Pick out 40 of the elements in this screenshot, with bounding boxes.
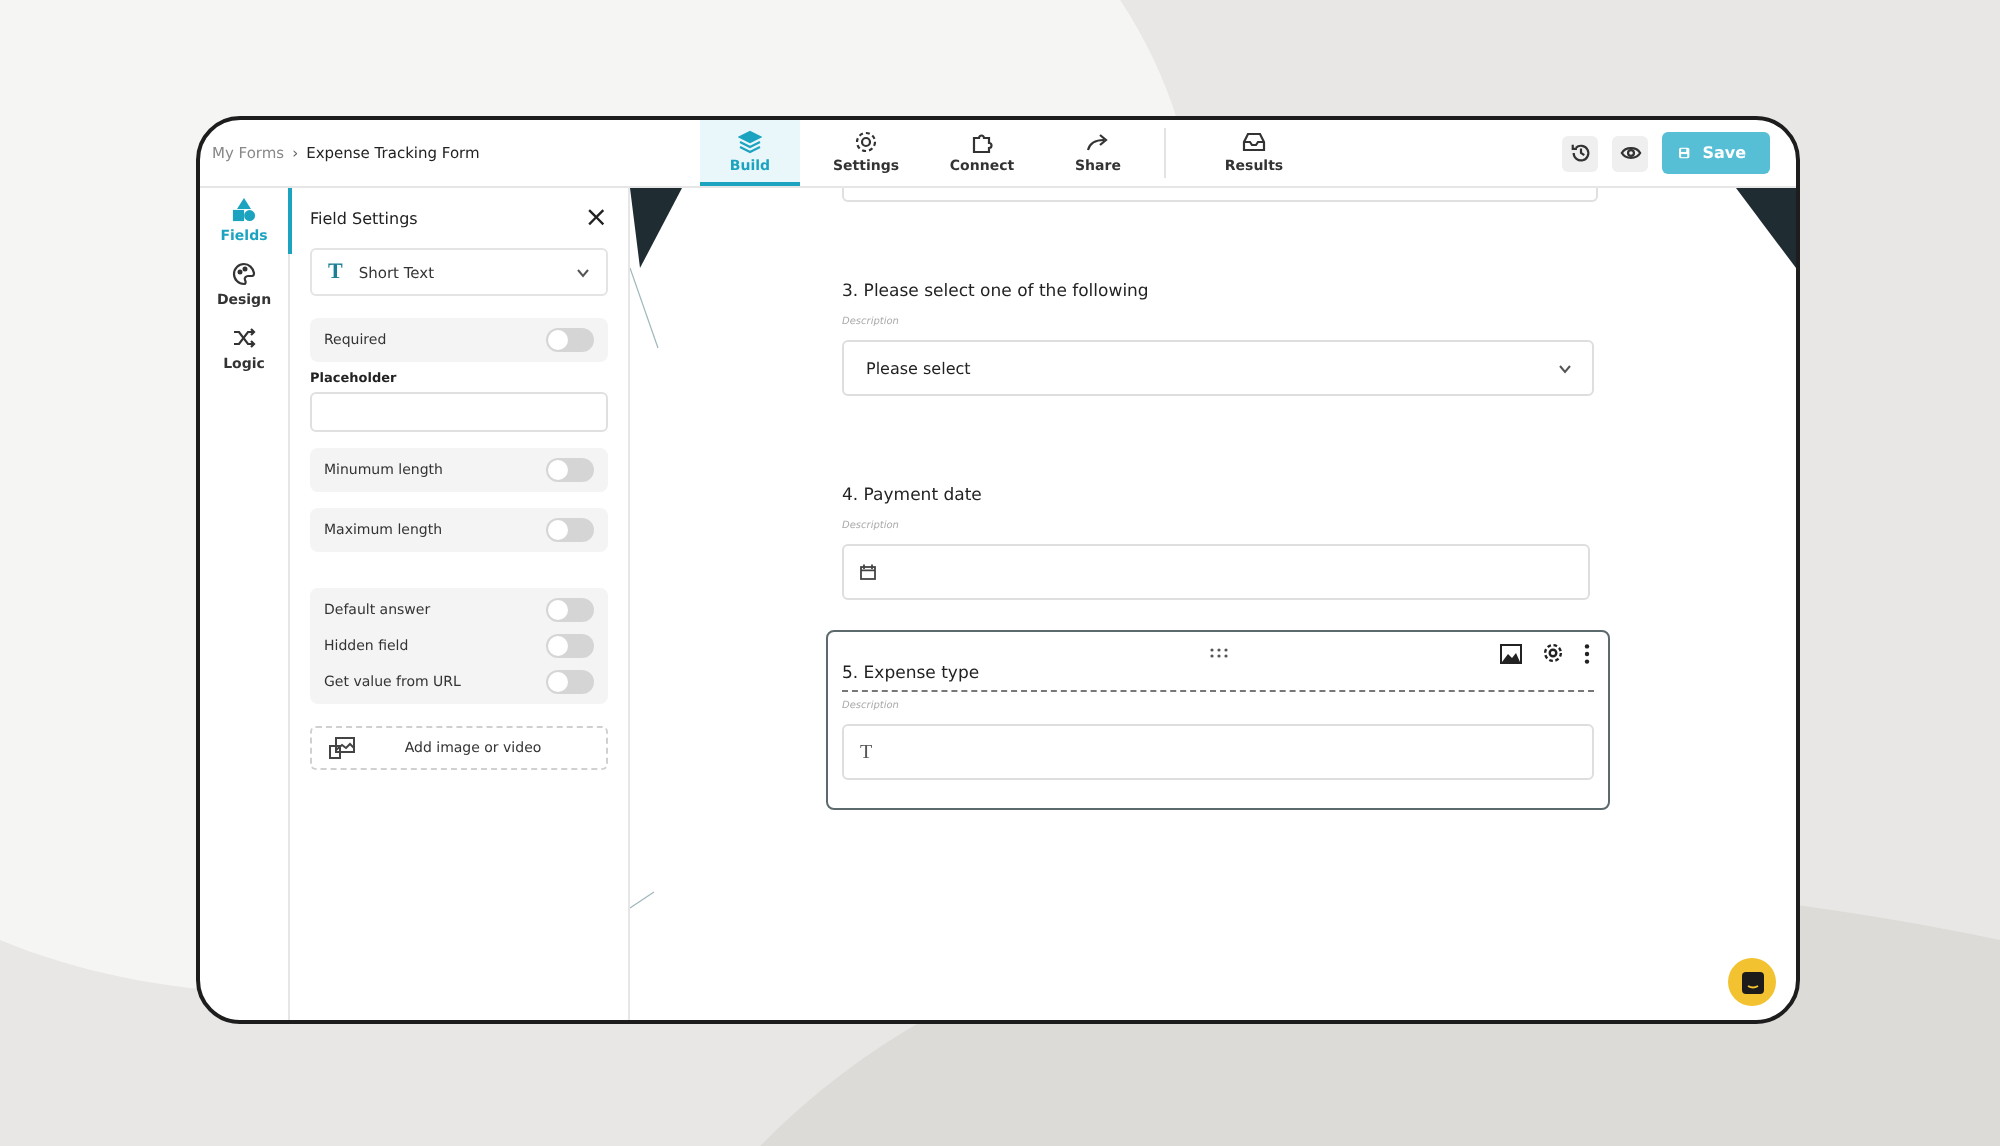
question-title: 4. Payment date xyxy=(842,486,984,510)
image-icon[interactable] xyxy=(1500,643,1522,663)
drag-handle-icon[interactable] xyxy=(1209,647,1227,657)
question-title: 5. Expense type xyxy=(842,664,1594,692)
placeholder-field[interactable] xyxy=(310,392,608,432)
question-title: 3. Please select one of the following xyxy=(842,282,1151,306)
caret-icon xyxy=(1558,363,1572,373)
caret-icon xyxy=(576,267,590,277)
decor-shape-drawing xyxy=(1736,188,1796,268)
history-icon xyxy=(1569,142,1591,164)
close-button[interactable]: × xyxy=(584,204,608,232)
toggle-switch[interactable] xyxy=(546,598,594,622)
toggle-switch[interactable] xyxy=(546,518,594,542)
toggle-switch[interactable] xyxy=(546,634,594,658)
settings-icon xyxy=(854,129,878,153)
media-icon xyxy=(328,736,356,760)
settings-icon[interactable] xyxy=(1542,642,1564,664)
more-icon[interactable] xyxy=(1584,643,1590,663)
chat-icon xyxy=(1741,971,1763,993)
inbox-icon xyxy=(1242,129,1266,153)
text-field[interactable]: T xyxy=(842,724,1594,780)
toggle-switch[interactable] xyxy=(546,458,594,482)
history-button[interactable] xyxy=(1562,135,1598,171)
shuffle-icon xyxy=(232,326,256,350)
select-dropdown[interactable]: Please select xyxy=(842,340,1594,396)
eye-icon xyxy=(1619,142,1641,164)
palette-icon xyxy=(232,262,256,286)
input-field[interactable] xyxy=(842,188,1598,202)
chat-button[interactable] xyxy=(1728,958,1776,1006)
toggle-switch[interactable] xyxy=(546,328,594,352)
puzzle-icon xyxy=(970,129,994,153)
shapes-icon xyxy=(232,198,256,222)
save-icon xyxy=(1678,142,1691,164)
preview-button[interactable] xyxy=(1612,135,1648,171)
layers-icon xyxy=(738,129,762,153)
panel-title: Field Settings xyxy=(310,209,418,227)
share-icon xyxy=(1086,129,1110,153)
calendar-icon xyxy=(860,564,876,580)
toggle-switch[interactable] xyxy=(546,670,594,694)
date-field[interactable] xyxy=(842,544,1590,600)
